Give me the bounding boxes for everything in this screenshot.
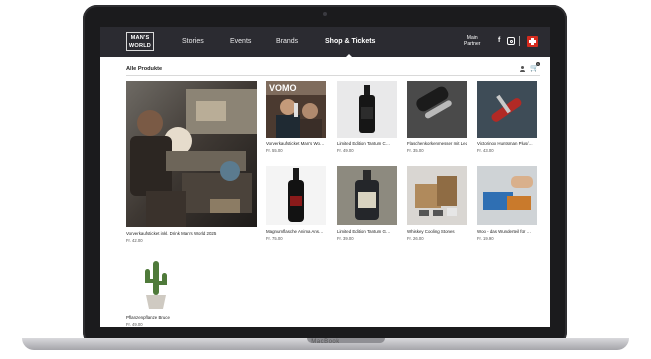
product-price: Fr. 75.00 [266, 236, 283, 241]
potted-cactus [126, 251, 186, 311]
product-price: Fr. 43.00 [477, 148, 494, 153]
product-name[interactable]: Woo - das Wunderteil für … [477, 229, 537, 234]
product-image[interactable] [477, 81, 537, 138]
product-image[interactable] [477, 166, 537, 225]
product-name[interactable]: Vorverkaufsticket inkl. Drink Man's Worl… [126, 231, 257, 236]
product-price: Fr. 49.00 [337, 148, 354, 153]
product-price: Fr. 26.00 [407, 236, 424, 241]
product-price: Fr. 55.00 [266, 148, 283, 153]
product-card[interactable]: Limited Edition Tantum G… Fr. 39.00 [337, 166, 397, 241]
product-price: Fr. 42.00 [126, 238, 143, 243]
product-price: Fr. 19.90 [477, 236, 494, 241]
product-image[interactable] [266, 166, 326, 225]
main-partner-link[interactable]: Main Partner [464, 35, 480, 47]
labeled-bottle [337, 166, 397, 225]
magnum-bottle [266, 166, 326, 225]
product-card[interactable]: Limited Edition Tantum C… Fr. 49.00 [337, 81, 397, 153]
product-name[interactable]: Pflanzenpflanze Bruce [126, 315, 186, 320]
camera-dot [323, 12, 327, 16]
product-card-featured[interactable]: Vorverkaufsticket inkl. Drink Man's Worl… [126, 81, 257, 246]
product-card[interactable]: Magnumflasche Anima Ans… Fr. 75.00 [266, 166, 326, 241]
user-account-icon[interactable] [520, 66, 525, 72]
browser-screen: MAN'S WORLD Stories Events Brands Shop &… [100, 27, 550, 327]
laptop-base: MacBook [22, 338, 629, 350]
bar-scene-photo: VOMO [266, 81, 326, 138]
product-name[interactable]: Limited Edition Tantum G… [337, 229, 397, 234]
red-pocket-knife [477, 81, 537, 138]
product-card[interactable]: VOMO Vorverkaufsticket Man's Wo… Fr. 55.… [266, 81, 326, 153]
product-name[interactable]: Whiskey Cooling Stones [407, 229, 467, 234]
product-price: Fr. 49.00 [126, 322, 143, 327]
site-logo[interactable]: MAN'S WORLD [126, 32, 154, 51]
facebook-icon[interactable]: f [498, 37, 500, 44]
logo-line-1: MAN'S [130, 35, 150, 41]
product-card[interactable]: Victorinox Huntsman Plus/… Fr. 43.00 [477, 81, 537, 153]
swiss-flag-icon[interactable] [527, 36, 538, 47]
active-indicator-caret [346, 54, 352, 57]
header-divider [126, 75, 540, 76]
product-price: Fr. 35.00 [407, 148, 424, 153]
svg-text:VOMO: VOMO [269, 83, 297, 93]
main-navigation: MAN'S WORLD Stories Events Brands Shop &… [100, 27, 550, 57]
product-name[interactable]: Vorverkaufsticket Man's Wo… [266, 141, 326, 146]
logo-line-2: WORLD [128, 43, 152, 49]
product-card[interactable]: Whiskey Cooling Stones Fr. 26.00 [407, 166, 467, 241]
product-price: Fr. 39.00 [337, 236, 354, 241]
cooling-stones-box [407, 166, 467, 225]
instagram-icon[interactable] [507, 37, 515, 45]
product-name[interactable]: Victorinox Huntsman Plus/… [477, 141, 537, 146]
product-image[interactable] [337, 166, 397, 225]
laptop-brand-label: MacBook [311, 339, 340, 345]
nav-shop-tickets[interactable]: Shop & Tickets [325, 38, 375, 45]
product-image[interactable] [407, 81, 467, 138]
leather-knife-case [407, 81, 467, 138]
blue-box-gadget [477, 166, 537, 225]
product-name[interactable]: Magnumflasche Anima Ans… [266, 229, 326, 234]
product-image[interactable] [337, 81, 397, 138]
partner-line-2: Partner [464, 41, 481, 47]
bartender-photo [126, 81, 257, 227]
page-title: Alle Produkte [126, 66, 163, 72]
dark-bottle-on-white [337, 81, 397, 138]
nav-brands[interactable]: Brands [276, 38, 298, 45]
product-image[interactable] [126, 81, 257, 227]
nav-separator [519, 36, 520, 46]
nav-stories[interactable]: Stories [182, 38, 204, 45]
product-name[interactable]: Limited Edition Tantum C… [337, 141, 397, 146]
product-image[interactable] [407, 166, 467, 225]
nav-events[interactable]: Events [230, 38, 251, 45]
laptop-lid: MAN'S WORLD Stories Events Brands Shop &… [83, 5, 567, 346]
product-image[interactable] [126, 251, 186, 311]
product-card[interactable]: Woo - das Wunderteil für … Fr. 19.90 [477, 166, 537, 241]
product-name[interactable]: Flaschenkorkenmesser mit Led… [407, 141, 467, 146]
product-card[interactable]: Flaschenkorkenmesser mit Led… Fr. 35.00 [407, 81, 467, 153]
product-card[interactable]: Pflanzenpflanze Bruce Fr. 49.00 [126, 251, 186, 327]
product-image[interactable]: VOMO [266, 81, 326, 138]
cart-count-badge: 1 [536, 62, 540, 66]
